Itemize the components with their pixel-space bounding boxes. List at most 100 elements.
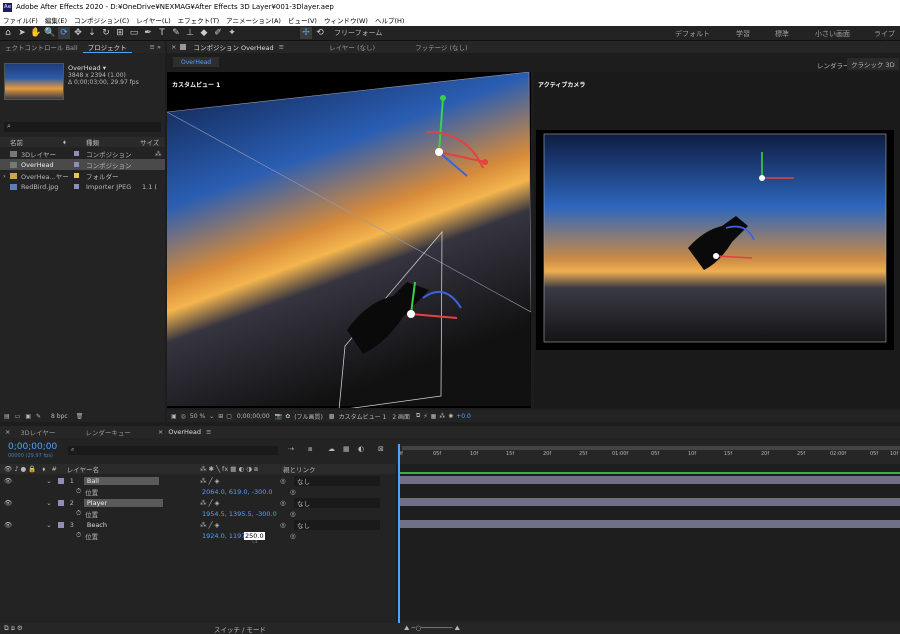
col-size[interactable]: サイズ xyxy=(140,137,159,147)
zoom-tool-icon[interactable]: 🔍 xyxy=(44,27,56,39)
menu-file[interactable]: ファイル(F) xyxy=(3,15,38,25)
layer-name[interactable]: Ball xyxy=(83,476,159,485)
flowchart-icon[interactable]: ⁂ xyxy=(439,413,445,420)
layout-select[interactable]: 2 画面 xyxy=(392,412,410,421)
position-value[interactable]: 1954.5, 1395.5, -300.0 xyxy=(202,510,277,518)
tab-project[interactable]: プロジェクト xyxy=(82,42,132,53)
parent-select[interactable]: なし xyxy=(294,497,380,508)
graph-editor-icon[interactable]: ⊠ xyxy=(378,445,384,453)
layer-switches[interactable]: ⁂ ╱ ◈ xyxy=(200,477,220,485)
timeline-search-input[interactable]: ⌕ xyxy=(68,446,278,455)
tab-footage[interactable]: フッテージ (なし) xyxy=(410,42,473,52)
menu-view[interactable]: ビュー(V) xyxy=(288,15,317,25)
hand-tool-icon[interactable]: ✋ xyxy=(30,27,42,39)
visibility-icon[interactable]: 👁 xyxy=(4,499,12,507)
col-name[interactable]: 名前 xyxy=(10,137,23,147)
trash-icon[interactable]: 🗑 xyxy=(76,413,84,420)
visibility-icon[interactable]: 👁 xyxy=(4,521,12,529)
layer-switches[interactable]: ⁂ ╱ ◈ xyxy=(200,521,220,529)
pan-camera-tool-icon[interactable]: ✥ xyxy=(72,27,84,39)
switch-mode-toggle[interactable]: スイッチ / モード xyxy=(214,624,266,634)
tab-render-queue[interactable]: レンダーキュー xyxy=(80,427,136,437)
rotate-tool-icon[interactable]: ↻ xyxy=(100,27,112,39)
thumb-name[interactable]: OverHead ▾ xyxy=(68,64,106,72)
fast-preview-icon[interactable]: ⚡ xyxy=(423,413,427,420)
col-layer-name[interactable]: レイヤー名 xyxy=(67,464,99,474)
pickwhip-icon[interactable]: ◎ xyxy=(280,477,286,485)
layer-name[interactable]: Player xyxy=(83,498,164,507)
shy-icon[interactable]: ☁ xyxy=(328,445,335,453)
puppet-pin-icon[interactable]: ✦ xyxy=(226,27,238,39)
draft-3d-icon[interactable]: ⧈ xyxy=(308,445,312,454)
close-icon[interactable]: × xyxy=(0,428,15,436)
label-swatch[interactable] xyxy=(57,499,64,506)
renderer-select[interactable]: クラシック 3D xyxy=(847,58,899,70)
time-ruler[interactable]: 0f 05f 10f 15f 20f 25f 01:00f 05f 10f 15… xyxy=(396,444,900,464)
pickwhip-icon[interactable]: ◎ xyxy=(280,521,286,529)
menu-window[interactable]: ウィンドウ(W) xyxy=(324,15,368,25)
panel-menu-icon[interactable]: ≡ xyxy=(279,43,284,51)
orbit-camera-tool-icon[interactable]: ⟳ xyxy=(58,27,70,39)
workspace-learn[interactable]: 学習 xyxy=(736,29,750,39)
rectangle-tool-icon[interactable]: ▭ xyxy=(128,27,140,39)
flowchart-icon[interactable]: ⁂ xyxy=(155,150,162,158)
layer-duration-bar[interactable] xyxy=(400,476,900,484)
region-icon[interactable]: ▢ xyxy=(226,413,232,420)
pin-icon[interactable]: ✎ xyxy=(36,413,41,420)
pickwhip-icon[interactable]: ◎ xyxy=(290,510,296,518)
menu-effect[interactable]: エフェクト(T) xyxy=(178,15,220,25)
share-view-icon[interactable]: ⧉ xyxy=(416,412,420,420)
zoom-slider-icon[interactable]: ⛰ ─○──────── ⛰ xyxy=(404,624,460,633)
clone-stamp-icon[interactable]: ⊥ xyxy=(184,27,196,39)
anchor-tool-icon[interactable]: ⊞ xyxy=(114,27,126,39)
stopwatch-icon[interactable]: ⏱ xyxy=(76,509,81,518)
chevron-down-icon[interactable]: ⌄ xyxy=(209,413,214,420)
target-region-icon[interactable]: ▩ xyxy=(329,413,335,420)
table-row[interactable]: 👁 ⌄ 1 Ball ⁂ ╱ ◈ ◎ なし xyxy=(0,475,396,486)
project-search-input[interactable]: ⌕ xyxy=(4,122,161,132)
workspace-standard[interactable]: 標準 xyxy=(775,29,789,39)
pickwhip-icon[interactable]: ◎ xyxy=(280,499,286,507)
type-tool-icon[interactable]: T xyxy=(156,27,168,39)
lock-icon[interactable] xyxy=(180,44,187,50)
parent-select[interactable]: なし xyxy=(294,475,380,486)
pickwhip-icon[interactable]: ◎ xyxy=(290,488,296,496)
col-parent[interactable]: 親とリンク xyxy=(283,464,316,474)
chevron-down-icon[interactable]: ⌄ xyxy=(46,477,51,485)
eraser-tool-icon[interactable]: ◆ xyxy=(198,27,210,39)
table-row[interactable]: 👁 ⌄ 2 Player ⁂ ╱ ◈ ◎ なし xyxy=(0,497,396,508)
frame-blend-icon[interactable]: ▦ xyxy=(343,445,350,453)
parent-select[interactable]: なし xyxy=(294,519,380,530)
label-swatch[interactable] xyxy=(57,521,64,528)
tab-composition[interactable]: コンポジション OverHead xyxy=(188,42,278,52)
chevron-down-icon[interactable]: ⌄ xyxy=(46,521,51,529)
col-type[interactable]: 種類 xyxy=(86,137,99,147)
close-icon[interactable]: × xyxy=(167,43,180,51)
interpret-footage-icon[interactable]: ▤ xyxy=(4,413,10,420)
tab-effect-controls[interactable]: ェクトコントロール Ball xyxy=(0,42,83,52)
dolly-camera-tool-icon[interactable]: ⇣ xyxy=(86,27,98,39)
list-item[interactable]: 3Dレイヤー コンポジション ⁂ xyxy=(0,148,165,159)
position-value[interactable]: 2064.0, 619.0, -300.0 xyxy=(202,488,273,496)
workspace-small-screen[interactable]: 小さい画面 xyxy=(815,29,850,39)
selection-tool-icon[interactable]: ➤ xyxy=(16,27,28,39)
exposure-value[interactable]: +0.0 xyxy=(456,413,471,420)
brush-tool-icon[interactable]: ✎ xyxy=(170,27,182,39)
table-row[interactable]: 👁 ⌄ 3 Beach ⁂ ╱ ◈ ◎ なし xyxy=(0,519,396,530)
stopwatch-icon[interactable]: ⏱ xyxy=(76,487,81,496)
layer-name[interactable]: Beach xyxy=(84,521,163,529)
tab-overhead[interactable]: OverHead xyxy=(163,428,206,436)
grid-icon[interactable]: ⊞ xyxy=(218,413,223,420)
panel-menu-icon[interactable]: ≡ » xyxy=(150,43,166,51)
layer-duration-bar[interactable] xyxy=(400,520,900,528)
menu-layer[interactable]: レイヤー(L) xyxy=(136,15,171,25)
menu-animation[interactable]: アニメーション(A) xyxy=(226,15,281,25)
comp-nav-tab[interactable]: OverHead xyxy=(173,57,220,67)
playhead[interactable] xyxy=(398,444,400,624)
stopwatch-icon[interactable]: ⏱ xyxy=(76,531,81,540)
visibility-icon[interactable]: 👁 xyxy=(4,477,12,485)
bpc-label[interactable]: 8 bpc xyxy=(51,413,68,420)
channel-icon[interactable]: ✿ xyxy=(285,413,290,420)
timeline-timecode[interactable]: 0;00;00;00 xyxy=(8,442,57,452)
snap-icon[interactable]: ⟲ xyxy=(314,27,326,39)
